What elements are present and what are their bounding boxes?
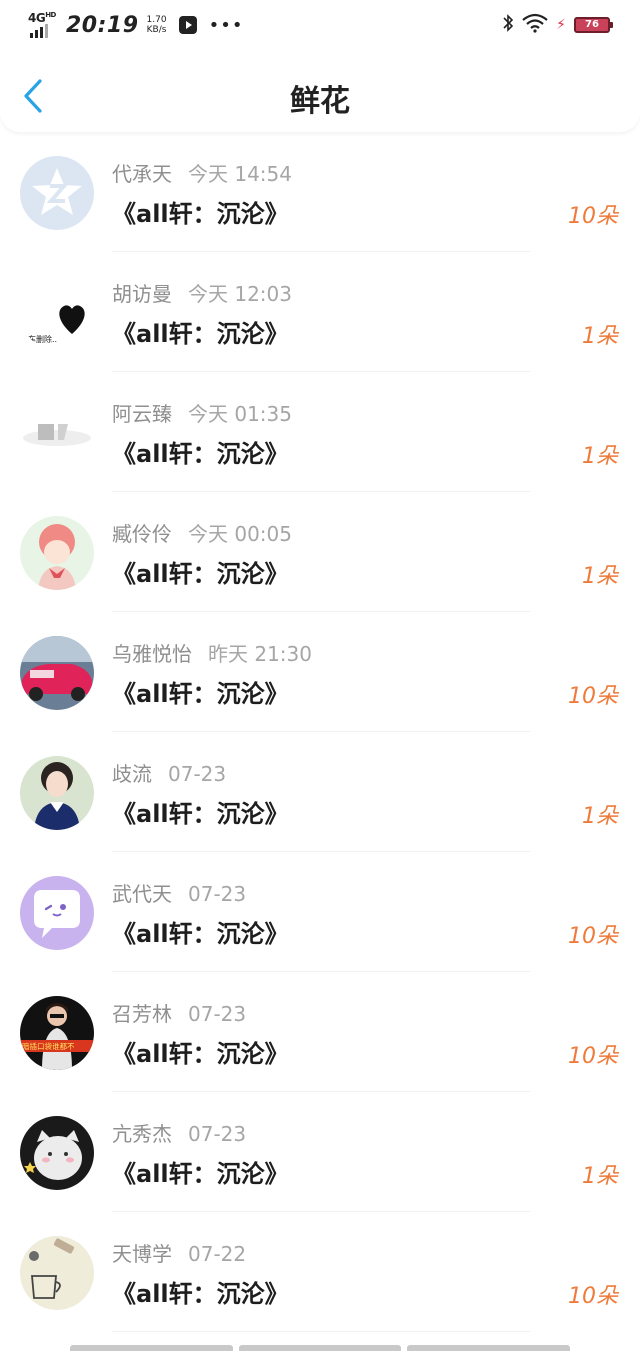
avatar	[20, 636, 94, 710]
wifi-icon	[522, 13, 548, 37]
flower-count: 10朵	[568, 204, 618, 229]
book-title: 《all轩：沉沦》	[112, 1160, 289, 1188]
send-time: 今天 00:05	[188, 522, 292, 546]
book-title: 《all轩：沉沦》	[112, 200, 289, 228]
list-item[interactable]: 天博学 07-22 《all轩：沉沦》 10朵	[0, 1212, 640, 1332]
avatar	[20, 756, 94, 830]
list-item[interactable]: 亢秀杰 07-23 《all轩：沉沦》 1朵	[0, 1092, 640, 1212]
flower-count: 10朵	[568, 684, 618, 709]
sender-name: 臧伶伶	[112, 522, 172, 546]
avatar	[20, 1236, 94, 1310]
sender-name: 亢秀杰	[112, 1122, 172, 1146]
sender-name: 歧流	[112, 762, 152, 786]
video-app-icon	[178, 16, 197, 34]
sender-name: 乌雅悦怡	[112, 642, 192, 666]
sender-name: 召芳林	[112, 1002, 172, 1026]
send-time: 昨天 21:30	[208, 642, 312, 666]
status-time: 20:19	[66, 12, 139, 38]
list-item[interactable]: 武代天 07-23 《all轩：沉沦》 10朵	[0, 852, 640, 972]
send-time: 07-23	[188, 1002, 247, 1026]
send-time: 今天 01:35	[188, 402, 292, 426]
book-title: 《all轩：沉沦》	[112, 1040, 289, 1068]
header: 鲜花	[0, 50, 640, 132]
send-time: 07-22	[188, 1242, 247, 1266]
book-title: 《all轩：沉沦》	[112, 920, 289, 948]
avatar	[20, 876, 94, 950]
more-notifications-icon: •••	[208, 14, 244, 36]
signal-icon: 4GHD	[28, 11, 62, 39]
battery-icon: 76	[574, 17, 613, 33]
list-item[interactable]: 车删除.. 胡访曼 今天 12:03 《all轩：沉沦》 1朵	[0, 252, 640, 372]
flower-count: 1朵	[582, 444, 618, 469]
flower-count: 1朵	[582, 804, 618, 829]
sender-name: 代承天	[112, 162, 172, 186]
sender-name: 武代天	[112, 882, 172, 906]
avatar	[20, 516, 94, 590]
flower-count: 10朵	[568, 1044, 618, 1069]
list-item[interactable]: 阿云臻 今天 01:35 《all轩：沉沦》 1朵	[0, 372, 640, 492]
sender-name: 胡访曼	[112, 282, 172, 306]
charging-icon: ⚡	[556, 17, 566, 33]
send-time: 07-23	[168, 762, 227, 786]
book-title: 《all轩：沉沦》	[112, 800, 289, 828]
page-title: 鲜花	[290, 84, 350, 119]
list-item[interactable]: 暗插口袋谁都不 召芳林 07-23 《all轩：沉沦》 10朵	[0, 972, 640, 1092]
flower-count: 1朵	[582, 1164, 618, 1189]
book-title: 《all轩：沉沦》	[112, 680, 289, 708]
flower-count: 1朵	[582, 564, 618, 589]
svg-text:车删除..: 车删除..	[28, 334, 57, 344]
avatar	[20, 156, 94, 230]
list-item[interactable]: 代承天 今天 14:54 《all轩：沉沦》 10朵	[0, 132, 640, 252]
send-time: 07-23	[188, 1122, 247, 1146]
flower-count: 10朵	[568, 1284, 618, 1309]
book-title: 《all轩：沉沦》	[112, 440, 289, 468]
send-time: 今天 12:03	[188, 282, 292, 306]
svg-text:暗插口袋谁都不: 暗插口袋谁都不	[22, 1041, 75, 1051]
flower-count: 1朵	[582, 324, 618, 349]
sender-name: 天博学	[112, 1242, 172, 1266]
status-bar: 4GHD 20:19 1.70 KB/s ••• ⚡ 76	[0, 0, 640, 50]
divider	[112, 1331, 530, 1332]
book-title: 《all轩：沉沦》	[112, 320, 289, 348]
list-item[interactable]: 乌雅悦怡 昨天 21:30 《all轩：沉沦》 10朵	[0, 612, 640, 732]
navigation-gesture-bar[interactable]	[70, 1345, 571, 1351]
flower-count: 10朵	[568, 924, 618, 949]
send-time: 07-23	[188, 882, 247, 906]
sender-name: 阿云臻	[112, 402, 172, 426]
book-title: 《all轩：沉沦》	[112, 560, 289, 588]
list-item[interactable]: 臧伶伶 今天 00:05 《all轩：沉沦》 1朵	[0, 492, 640, 612]
send-time: 今天 14:54	[188, 162, 292, 186]
avatar	[20, 1116, 94, 1190]
list-item[interactable]: 歧流 07-23 《all轩：沉沦》 1朵	[0, 732, 640, 852]
avatar	[20, 396, 94, 470]
bluetooth-icon	[502, 13, 514, 37]
book-title: 《all轩：沉沦》	[112, 1280, 289, 1308]
avatar: 车删除..	[20, 276, 94, 350]
avatar: 暗插口袋谁都不	[20, 996, 94, 1070]
network-speed: 1.70 KB/s	[146, 15, 167, 35]
flower-record-list: 代承天 今天 14:54 《all轩：沉沦》 10朵 车删除.. 胡访曼 今天 12…	[0, 132, 640, 1332]
